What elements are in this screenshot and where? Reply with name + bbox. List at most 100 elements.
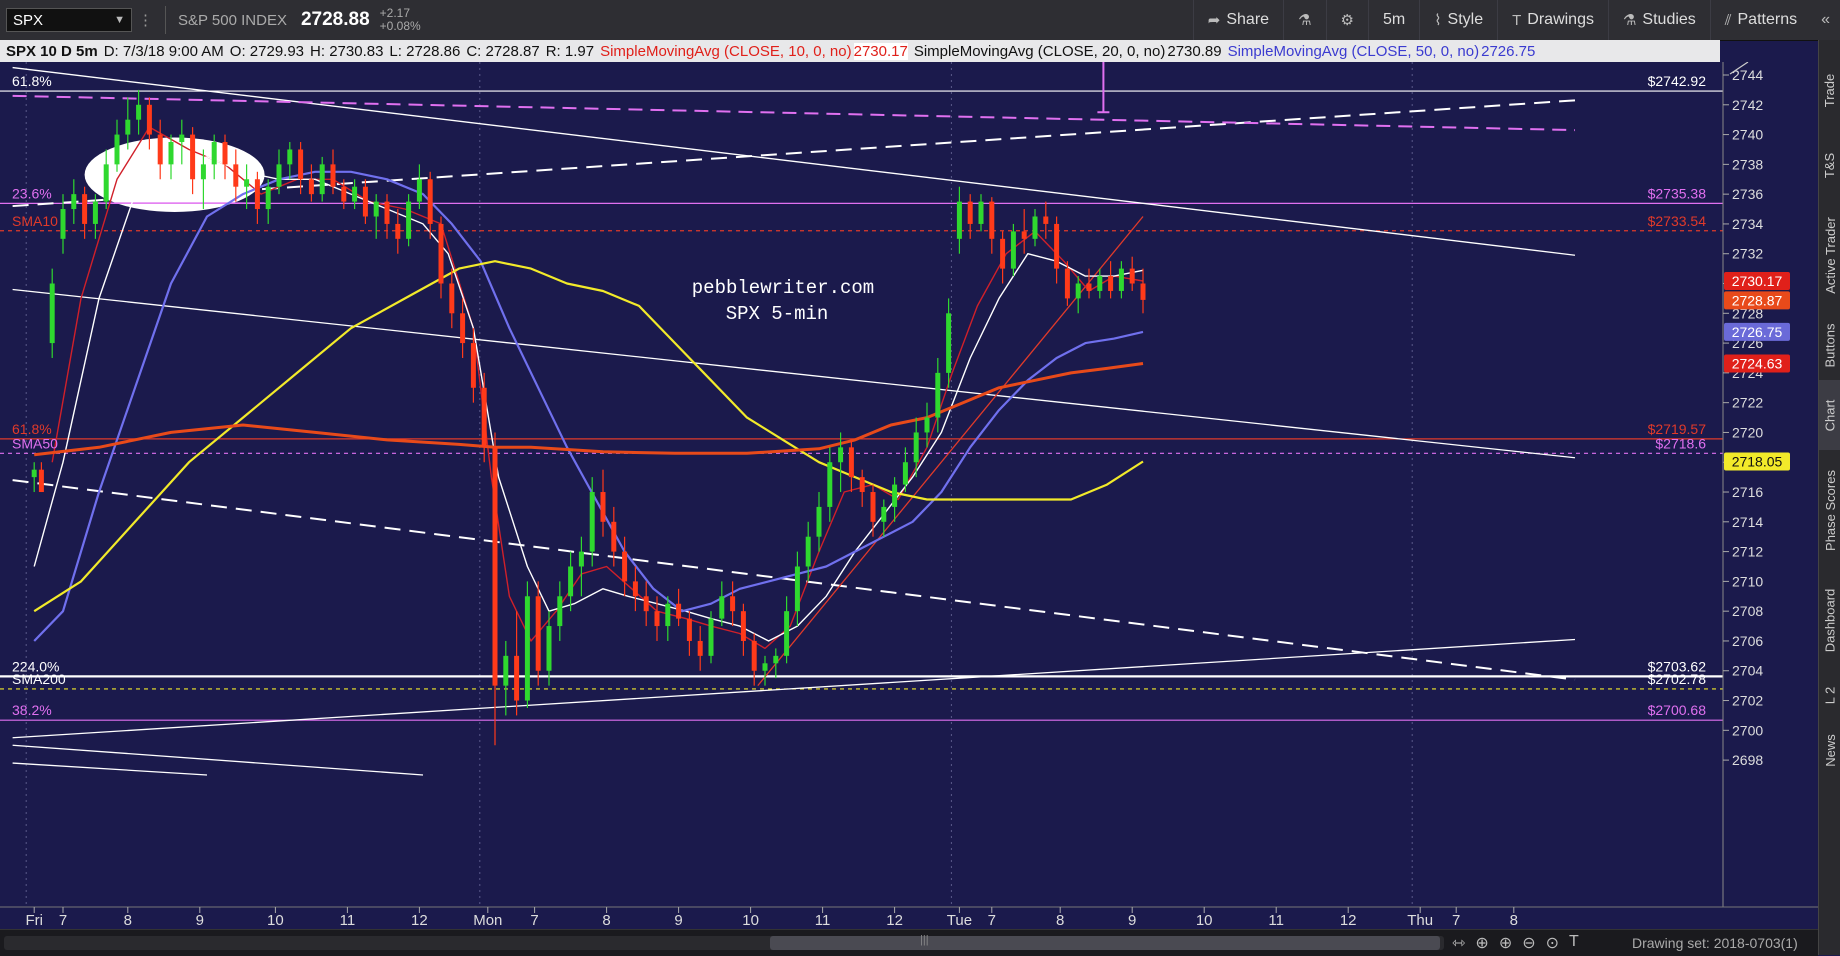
bar-open: O: 2729.93: [229, 42, 305, 60]
text-tool-icon[interactable]: T: [1569, 933, 1579, 953]
sidebar-tab-buttons[interactable]: Buttons: [1819, 310, 1840, 380]
candle-body: [254, 179, 260, 210]
y-tick-label: 2712: [1732, 544, 1763, 560]
link-icon[interactable]: ⋮: [138, 11, 153, 29]
candle-body: [902, 462, 908, 485]
scroll-thumb[interactable]: [770, 936, 1440, 950]
price-chart[interactable]: 61.8% $2742.9223.6% $2735.38SMA10 $2733.546…: [0, 62, 1818, 929]
candle-body: [341, 186, 347, 202]
candle-body: [697, 640, 703, 656]
sidebar-tab-label: News: [1822, 733, 1838, 767]
candle-body: [600, 492, 606, 522]
candle-body: [330, 164, 336, 187]
sidebar-tab-chart[interactable]: Chart: [1819, 380, 1840, 450]
candle-body: [632, 581, 638, 597]
sidebar-tab-l-2[interactable]: L 2: [1819, 670, 1840, 720]
zoom-reset-icon[interactable]: ⊙: [1546, 933, 1559, 953]
candle-body: [524, 596, 530, 701]
candle-body: [665, 603, 671, 627]
bar-low: L: 2728.86: [389, 42, 461, 60]
sidebar-tab-phase-scores[interactable]: Phase Scores: [1819, 450, 1840, 570]
candle-body: [1043, 216, 1049, 224]
timeframe-label: 5m: [1382, 11, 1406, 28]
candle-body: [265, 186, 271, 210]
chart-name: SPX 10 D 5m: [6, 42, 98, 60]
sidebar-tab-label: Dashboard: [1822, 588, 1838, 652]
sidebar-tab-t-s[interactable]: T&S: [1819, 130, 1840, 200]
studies-button[interactable]: ⚗ Studies: [1607, 0, 1710, 40]
crosshair-icon[interactable]: ⊕: [1475, 933, 1488, 953]
studies-label: Studies: [1642, 11, 1696, 28]
sidebar-tab-label: Phase Scores: [1822, 469, 1838, 551]
candle-body: [568, 566, 574, 597]
candle-body: [956, 201, 962, 239]
share-button[interactable]: ➦ Share: [1192, 0, 1283, 40]
bottom-bar: ||| ⇿ ⊕ ⊕ ⊖ ⊙ T Drawing set: 2018-0703(1…: [0, 929, 1818, 956]
candle-body: [762, 663, 768, 671]
style-button[interactable]: ⌇ Style: [1419, 0, 1497, 40]
x-tick-label: 8: [1510, 912, 1518, 929]
bar-high: H: 2730.83: [310, 42, 384, 60]
candle-body: [643, 596, 649, 612]
sidebar-tab-label: T&S: [1822, 152, 1838, 178]
sidebar-tab-news[interactable]: News: [1819, 720, 1840, 780]
sma50-label[interactable]: SimpleMovingAvg (CLOSE, 50, 0, no): [1228, 43, 1480, 60]
x-tick-label: 12: [886, 912, 903, 929]
candle-body: [740, 611, 746, 641]
sma20-label[interactable]: SimpleMovingAvg (CLOSE, 20, 0, no): [914, 43, 1166, 60]
toolbar-actions: ➦ Share ⚗ ⚙ 5m ⌇ Style T Drawings ⚗ Stud…: [1192, 0, 1840, 40]
sidebar-tab-active-trader[interactable]: Active Trader: [1819, 200, 1840, 310]
candle-body: [881, 506, 887, 522]
candle-body: [31, 469, 37, 478]
candle-body: [859, 477, 865, 493]
candle-body: [1140, 283, 1146, 300]
x-tick-label: Thu: [1407, 912, 1433, 929]
candle-body: [611, 521, 617, 552]
x-tick-label: 12: [411, 912, 428, 929]
drawings-button[interactable]: T Drawings: [1497, 0, 1608, 40]
candle-body: [460, 313, 466, 344]
sidebar-tab-label: Trade: [1822, 73, 1838, 107]
candle-body: [1108, 276, 1114, 291]
x-tick-label: 11: [815, 912, 831, 929]
zoom-out-icon[interactable]: ⊖: [1522, 933, 1535, 953]
y-tick-label: 2720: [1732, 424, 1763, 440]
level-left-label: SMA50: [12, 435, 58, 451]
zoom-in-icon[interactable]: ⊕: [1499, 933, 1512, 953]
symbol-selector[interactable]: SPX ▼: [6, 8, 132, 32]
patterns-icon: ⫽: [1724, 11, 1732, 29]
timeframe-button[interactable]: 5m: [1367, 0, 1419, 40]
sidebar-tab-trade[interactable]: Trade: [1819, 50, 1840, 130]
x-tick-label: 8: [1056, 912, 1064, 929]
candle-body: [319, 164, 325, 195]
flask-button[interactable]: ⚗: [1283, 0, 1325, 40]
sidebar-tab-label: Active Trader: [1822, 216, 1838, 294]
candle-body: [503, 655, 509, 686]
symbol-description: S&P 500 INDEX: [178, 11, 287, 29]
candle-body: [546, 626, 552, 671]
x-tick-label: 11: [1268, 912, 1284, 929]
candle-body: [514, 655, 520, 701]
candle-body: [222, 142, 228, 165]
collapse-icon[interactable]: «: [1811, 11, 1840, 29]
sma20-value: 2730.89: [1167, 42, 1222, 60]
settings-button[interactable]: ⚙: [1325, 0, 1368, 40]
arrows-icon[interactable]: ⇿: [1452, 933, 1465, 953]
y-tick-label: 2698: [1732, 752, 1763, 768]
last-price: 2728.88: [300, 9, 370, 30]
level-left-label: 38.2%: [12, 702, 52, 718]
candle-body: [125, 119, 131, 135]
right-sidebar: Trade T&S Active Trader Buttons Chart Phase S…: [1818, 40, 1840, 955]
candle-body: [827, 462, 833, 507]
candle-body: [449, 283, 455, 314]
sma10-label[interactable]: SimpleMovingAvg (CLOSE, 10, 0, no): [600, 43, 852, 60]
x-tick-label: 8: [602, 912, 610, 929]
candle-body: [492, 447, 498, 686]
candle-body: [362, 186, 368, 217]
candle-body: [1075, 283, 1081, 299]
price-tag-label: 2730.17: [1732, 273, 1783, 289]
candle-body: [719, 596, 725, 619]
patterns-button[interactable]: ⫽ Patterns: [1709, 0, 1811, 40]
sidebar-tab-dashboard[interactable]: Dashboard: [1819, 570, 1840, 670]
candle-body: [1010, 231, 1016, 269]
